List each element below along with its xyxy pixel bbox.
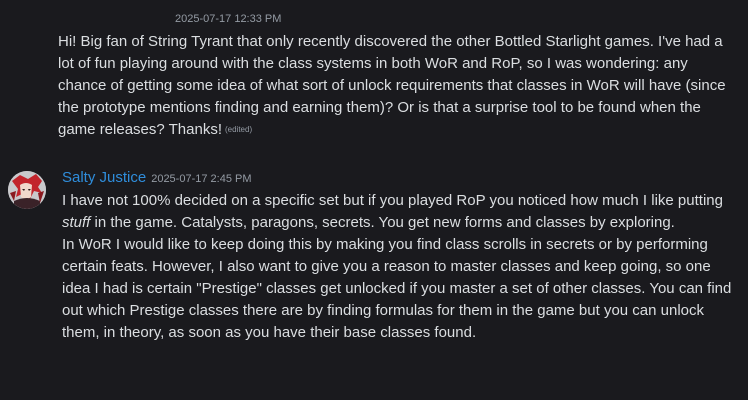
- message-paragraph: I have not 100% decided on a specific se…: [62, 190, 732, 234]
- message-timestamp[interactable]: 2025-07-17 2:45 PM: [151, 173, 251, 185]
- avatar-icon: [8, 171, 46, 209]
- message-text: Hi! Big fan of String Tyrant that only r…: [58, 33, 726, 138]
- message-content: I have not 100% decided on a specific se…: [62, 190, 732, 344]
- message-header: Salty Justice 2025-07-17 2:45 PM: [62, 169, 252, 187]
- message-paragraph: In WoR I would like to keep doing this b…: [62, 236, 732, 341]
- author-name[interactable]: Salty Justice: [62, 169, 146, 186]
- edited-label[interactable]: (edited): [225, 125, 252, 134]
- paragraph-text: in the game. Catalysts, paragons, secret…: [90, 214, 675, 231]
- emphasis-text: stuff: [62, 214, 91, 231]
- paragraph-text: I have not 100% decided on a specific se…: [62, 192, 723, 209]
- message-1: 2025-07-17 12:33 PM Hi! Big fan of Strin…: [0, 0, 748, 150]
- avatar[interactable]: [8, 171, 46, 209]
- message-content: Hi! Big fan of String Tyrant that only r…: [58, 31, 734, 141]
- message-timestamp[interactable]: 2025-07-17 12:33 PM: [175, 13, 281, 25]
